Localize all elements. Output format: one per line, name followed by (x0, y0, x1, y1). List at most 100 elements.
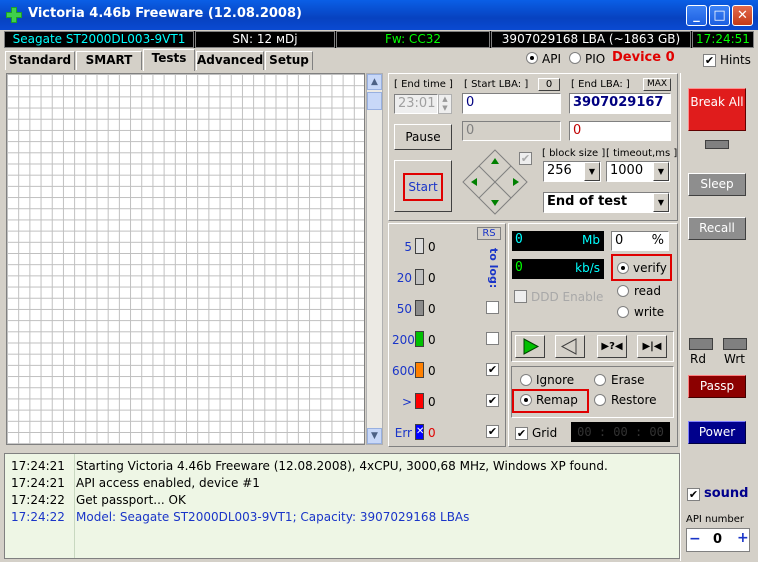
tab-tests[interactable]: Tests (143, 49, 195, 71)
end-time-field[interactable]: 23:01 (394, 94, 438, 114)
to-log-checkbox[interactable]: ✔ (486, 425, 499, 438)
ignore-radio[interactable] (520, 374, 532, 389)
end-lba-field[interactable]: 3907029167 (569, 93, 671, 114)
rd-label: Rd (690, 352, 706, 366)
grid-scrollbar[interactable]: ▲ ▼ (366, 73, 383, 445)
break-all-button[interactable]: Break All (688, 88, 746, 131)
minimize-button[interactable]: _ (686, 5, 707, 26)
sleep-button[interactable]: Sleep (688, 173, 746, 196)
event-log[interactable]: 17:24:21 Starting Victoria 4.46b Freeware… (4, 453, 680, 559)
block-threshold-label: 5 (404, 240, 412, 254)
block-count: 0 (428, 302, 436, 316)
reverse-button[interactable] (555, 335, 585, 358)
current-red-field: 0 (569, 121, 671, 141)
play-button[interactable] (515, 335, 545, 358)
verify-radio-dot[interactable] (617, 262, 629, 274)
api-minus-button[interactable]: − (689, 531, 701, 547)
write-radio[interactable] (617, 306, 629, 321)
remap-radio-dot[interactable] (520, 394, 532, 406)
chevron-down-icon[interactable]: ▼ (653, 193, 669, 212)
block-size-value: 256 (547, 163, 572, 178)
end-lba-label: [ End LBA: ] (571, 79, 630, 90)
break-all-label: Break All (690, 95, 744, 109)
butterfly-button[interactable]: ▶|◀ (637, 335, 667, 358)
verify-radio[interactable] (617, 262, 629, 277)
to-log-checkbox[interactable]: ✔ (486, 394, 499, 407)
ignore-radio-dot[interactable] (520, 374, 532, 386)
scan-grid (6, 73, 365, 445)
speed-unit: kb/s (575, 261, 600, 275)
log-time: 17:24:21 (11, 476, 65, 490)
start-button-frame[interactable]: Start (394, 160, 452, 212)
tab-smart[interactable]: SMART (76, 51, 142, 70)
recall-button[interactable]: Recall (688, 217, 746, 240)
tab-advanced[interactable]: Advanced (196, 51, 264, 70)
drive-info-strip: Seagate ST2000DL003-9VT1 SN: 12 мDj Fw: … (4, 31, 754, 48)
erase-radio[interactable] (594, 374, 606, 389)
chevron-down-icon[interactable]: ▼ (653, 162, 669, 181)
tab-setup[interactable]: Setup (265, 51, 313, 70)
rs-button[interactable]: RS (477, 227, 501, 240)
api-number-value[interactable]: 0 (713, 532, 722, 547)
app-cross-icon (6, 7, 22, 23)
end-time-spinner[interactable]: ▲ ▼ (438, 94, 452, 114)
pause-button[interactable]: Pause (394, 124, 452, 150)
clock: 17:24:51 (692, 31, 754, 48)
random-seek-button[interactable]: ▶?◀ (597, 335, 627, 358)
pio-label: PIO (585, 52, 606, 66)
write-radio-dot[interactable] (617, 306, 629, 318)
end-lba-max-button[interactable]: MAX (643, 78, 671, 91)
scroll-up-button[interactable]: ▲ (367, 74, 382, 90)
block-count: 0 (428, 364, 436, 378)
read-radio[interactable] (617, 285, 629, 300)
maximize-button[interactable]: □ (709, 5, 730, 26)
block-size-select[interactable]: 256 ▼ (543, 161, 601, 182)
end-action-value: End of test (547, 194, 628, 209)
block-size-label: [ block size ] (542, 148, 606, 159)
api-radio[interactable] (526, 52, 538, 67)
pad-checkbox[interactable]: ✔ (519, 152, 532, 165)
power-button[interactable]: Power (688, 421, 746, 444)
to-log-checkbox[interactable] (486, 332, 499, 345)
remap-radio[interactable] (520, 394, 532, 409)
title-bar[interactable]: Victoria 4.46b Freeware (12.08.2008) _ □… (0, 0, 758, 30)
passport-button[interactable]: Passp (688, 375, 746, 398)
log-entry: 17:24:21 API access enabled, device #1 (5, 475, 679, 492)
scroll-down-button[interactable]: ▼ (367, 428, 382, 444)
ddd-enable-checkbox[interactable] (514, 290, 527, 303)
tab-standard[interactable]: Standard (5, 51, 75, 70)
timer-display: 00 : 00 : 00 (571, 422, 670, 442)
log-message: API access enabled, device #1 (76, 476, 260, 490)
to-log-label: to log: (487, 248, 500, 289)
restore-radio-dot[interactable] (594, 394, 606, 406)
chevron-down-icon[interactable]: ▼ (584, 162, 600, 181)
block-color-swatch: ✕ (415, 424, 424, 440)
api-number-stepper[interactable]: − 0 + (686, 528, 750, 552)
drive-lba: 3907029168 LBA (~1863 GB) (491, 31, 691, 48)
read-radio-dot[interactable] (617, 285, 629, 297)
block-threshold-label: Err (394, 426, 412, 440)
grid-checkbox[interactable]: ✔ (515, 427, 528, 440)
timeout-select[interactable]: 1000 ▼ (606, 161, 670, 182)
reverse-icon (560, 338, 577, 355)
sound-checkbox[interactable]: ✔ (687, 488, 700, 501)
speed-display: 0 kb/s (512, 259, 604, 279)
start-lba-field[interactable]: 0 (462, 93, 561, 114)
block-threshold-label: 50 (396, 302, 412, 316)
block-threshold-label: 600 (392, 364, 415, 378)
hints-checkbox[interactable]: ✔ (703, 54, 716, 67)
to-log-checkbox[interactable]: ✔ (486, 363, 499, 376)
to-log-checkbox[interactable] (486, 301, 499, 314)
start-button[interactable]: Start (403, 173, 443, 201)
end-action-select[interactable]: End of test ▼ (543, 192, 670, 213)
pio-radio[interactable] (569, 52, 581, 67)
erase-radio-dot[interactable] (594, 374, 606, 386)
api-radio-dot[interactable] (526, 52, 538, 64)
close-button[interactable]: ✕ (732, 5, 753, 26)
start-lba-zero-button[interactable]: 0 (538, 78, 560, 91)
api-plus-button[interactable]: + (737, 530, 749, 546)
restore-radio[interactable] (594, 394, 606, 409)
block-threshold-label: > (401, 395, 412, 409)
scroll-thumb[interactable] (367, 92, 382, 110)
pio-radio-dot[interactable] (569, 52, 581, 64)
